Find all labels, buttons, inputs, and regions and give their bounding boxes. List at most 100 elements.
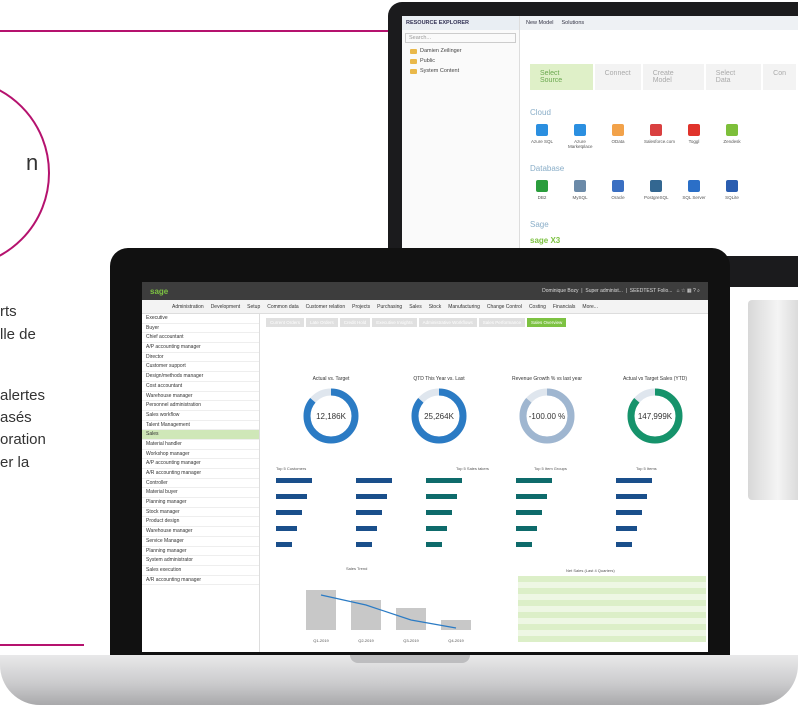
dashboard-tab[interactable]: Late Orders [306,318,338,327]
role-item[interactable]: Workshop manager [142,450,259,460]
menu-item[interactable]: Development [211,304,240,310]
menu-item[interactable]: Customer relation [306,304,345,310]
step-create-model[interactable]: Create Model [642,64,704,90]
role-item[interactable]: A/R accounting manager [142,576,259,586]
role-item[interactable]: Personnel administration [142,401,259,411]
role-item[interactable]: Sales workflow [142,411,259,421]
role-item[interactable]: Talent Management [142,421,259,431]
menu-item[interactable]: Administration [172,304,204,310]
bar-mark [356,510,382,515]
connector-label: Azure SQL [530,139,553,144]
db-source[interactable]: SQLite [720,180,744,200]
role-item[interactable]: Sales [142,430,259,440]
connector-icon [688,180,700,192]
cloud-source[interactable]: Zendesk [720,124,744,149]
role-item[interactable]: Controller [142,479,259,489]
db-source[interactable]: DB2 [530,180,554,200]
tab-new-model[interactable]: New Model [526,20,554,26]
role-item[interactable]: Sales execution [142,566,259,576]
role-item[interactable]: Product design [142,517,259,528]
role-item[interactable]: Service Manager [142,537,259,547]
role-item[interactable]: A/P accounting manager [142,459,259,469]
body-text-2: lle de [0,326,36,343]
menu-item[interactable]: Stock [429,304,442,310]
dashboard-tab[interactable]: Administrative Workflows [418,318,477,327]
role-item[interactable]: A/R accounting manager [142,469,259,479]
step-select-source[interactable]: Select Source [530,64,593,90]
laptop-notch [350,655,470,663]
resource-item[interactable]: Public [402,56,519,66]
dashboard-tabs: Current Orders Late Orders Credit Hold Exec… [266,318,706,327]
role-item[interactable]: Stock manager [142,508,259,518]
monitor-stand [748,300,798,500]
bar-mark [616,478,652,483]
role-item[interactable]: Chief accountant [142,333,259,344]
step-select-data[interactable]: Select Data [705,64,762,90]
monitor-screen: RESOURCE EXPLORER Search... Damien Zeili… [402,16,798,256]
role-item[interactable]: Material buyer [142,488,259,499]
resource-item[interactable]: System Content [402,66,519,76]
kpi-value: -100.00 % [529,412,565,421]
menu-item[interactable]: Financials [553,304,576,310]
role-item[interactable]: A/P accounting manager [142,343,259,353]
role-item[interactable]: Planning manager [142,547,259,557]
cloud-source[interactable]: Salesforce.com [644,124,675,149]
db-source[interactable]: MySQL [568,180,592,200]
menu-item[interactable]: More... [582,304,598,310]
role-item[interactable]: Director [142,353,259,363]
resource-search-input[interactable]: Search... [405,33,516,43]
body-text-1: rts [0,303,17,320]
role-item[interactable]: Executive [142,314,259,324]
db-source[interactable]: PostgreSQL [644,180,669,200]
menu-item[interactable]: Change Control [487,304,522,310]
db-source[interactable]: SQL Server [682,180,706,200]
step-connect[interactable]: Connect [594,64,641,90]
role-item[interactable]: System administrator [142,556,259,566]
connector-icon [536,180,548,192]
dashboard-tab[interactable]: Current Orders [266,318,305,327]
sage-x3-source[interactable]: sage X3 [530,236,560,245]
bar-mark [356,478,392,483]
cloud-source[interactable]: Toggl [682,124,706,149]
menu-item[interactable]: Projects [352,304,370,310]
net-sales-table [518,576,706,646]
menu-item[interactable]: Purchasing [377,304,402,310]
connector-icon [726,180,738,192]
resource-item-label: Public [420,58,435,64]
kpi-value: 12,186K [316,412,346,421]
role-item[interactable]: Planning manager [142,498,259,508]
bar-mark [426,510,452,515]
menu-item[interactable]: Sales [409,304,422,310]
resource-item[interactable]: Damien Zeilinger [402,46,519,56]
dashboard-tab[interactable]: Sales Overview [527,318,567,327]
bar-mark [516,542,532,547]
step-more[interactable]: Con [763,64,796,90]
dashboard-tab[interactable]: Sales Performance [478,318,526,327]
bottom-rule [0,644,84,646]
db-source[interactable]: Oracle [606,180,630,200]
role-item[interactable]: Warehouse manager [142,392,259,402]
role-item[interactable]: Customer support [142,362,259,373]
role-item[interactable]: Cost accountant [142,382,259,392]
menu-item[interactable]: Manufacturing [448,304,480,310]
kpi-title: Actual vs. Target [312,376,350,382]
dashboard-tab[interactable]: Executive Insights [372,318,417,327]
menu-item[interactable]: Costing [529,304,546,310]
role-item[interactable]: Material handler [142,440,259,450]
cloud-source[interactable]: Azure SQL [530,124,554,149]
role-item[interactable]: Design/methods manager [142,372,259,382]
menu-item[interactable]: Setup [247,304,260,310]
role-item[interactable]: Warehouse manager [142,527,259,537]
cloud-source[interactable]: OData [606,124,630,149]
dashboard-tab[interactable]: Credit Hold [339,318,371,327]
sales-trend-chart: Q1-2019 Q2-2019 Q3-2019 Q4-2019 [306,590,471,643]
cloud-source[interactable]: Azure Marketplace [568,124,593,149]
tab-solutions[interactable]: Solutions [562,20,585,26]
role-item[interactable]: Buyer [142,324,259,334]
menu-item[interactable]: Common data [267,304,298,310]
user-info[interactable]: Dominique Bozy | Super administ... | SEE… [542,288,700,294]
connector-icon [650,180,662,192]
top-item-groups-title: Top 5 Item Groups [534,466,567,471]
net-sales-cell [556,636,594,642]
resource-item-label: Damien Zeilinger [420,48,462,54]
